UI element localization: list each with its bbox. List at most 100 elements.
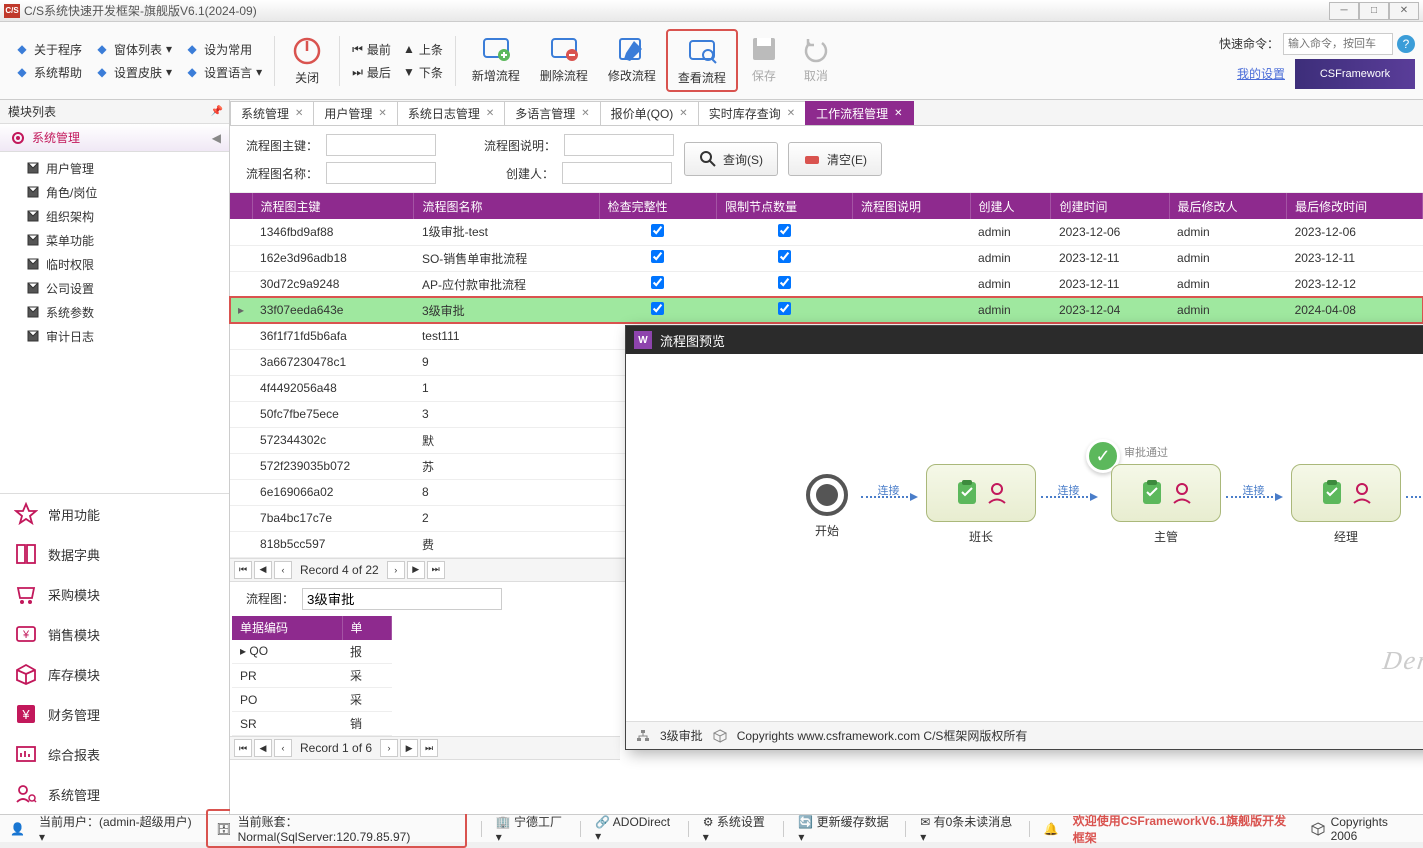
nav-money[interactable]: ¥销售模块 (0, 614, 229, 654)
account-info[interactable]: 🗄 当前账套：Normal(SqlServer:120.79.85.97) (206, 809, 466, 848)
nav-prev[interactable]: ▲上条 (397, 39, 449, 60)
grid-row[interactable]: ▸33f07eeda643e3级审批admin2023-12-04admin20… (230, 297, 1423, 323)
filter-desc-input[interactable] (564, 134, 674, 156)
tab-1[interactable]: 用户管理✕ (313, 101, 397, 125)
active-module[interactable]: 系统管理 ◀ (0, 124, 229, 152)
tree-icon (636, 729, 650, 743)
tab-0[interactable]: 系统管理✕ (230, 101, 314, 125)
nav2-first-button[interactable]: ⏮ (234, 739, 252, 757)
tab-close-icon[interactable]: ✕ (378, 108, 386, 119)
nav-next-button[interactable]: ▶ (407, 561, 425, 579)
grid-row[interactable]: 162e3d96adb18SO-销售单审批流程admin2023-12-11ad… (230, 245, 1423, 271)
toolbar-lang[interactable]: ◆设置语言 ▾ (178, 62, 268, 83)
flow-node-1[interactable]: 班长 (926, 464, 1036, 545)
tab-close-icon[interactable]: ✕ (679, 108, 687, 119)
view-flow-button[interactable]: 查看流程 (666, 29, 738, 92)
pin-icon[interactable]: 📌 (211, 106, 223, 117)
nav2-prev-button[interactable]: ◀ (254, 739, 272, 757)
nav-next[interactable]: ▼下条 (397, 62, 449, 83)
tree-item[interactable]: 角色/岗位 (0, 180, 229, 204)
toolbar-skin[interactable]: ◆设置皮肤 ▾ (88, 62, 178, 83)
nav-box[interactable]: 库存模块 (0, 654, 229, 694)
filter-key-input[interactable] (326, 134, 436, 156)
tab-close-icon[interactable]: ✕ (894, 108, 902, 119)
tab-2[interactable]: 系统日志管理✕ (397, 101, 505, 125)
tab-close-icon[interactable]: ✕ (787, 108, 795, 119)
quick-cmd-input[interactable] (1283, 33, 1393, 55)
nav-right-button[interactable]: › (387, 561, 405, 579)
nav-yen[interactable]: ¥财务管理 (0, 694, 229, 734)
nav-cart[interactable]: 采购模块 (0, 574, 229, 614)
nav-prev-button[interactable]: ◀ (254, 561, 272, 579)
watermark: Demo Version (1381, 646, 1423, 676)
grid2-row[interactable]: PO采 (232, 688, 392, 712)
tab-5[interactable]: 实时库存查询✕ (698, 101, 806, 125)
tab-4[interactable]: 报价单(QO)✕ (600, 101, 699, 125)
nav-star[interactable]: 常用功能 (0, 494, 229, 534)
tree-item[interactable]: 组织架构 (0, 204, 229, 228)
nav2-next-button[interactable]: ▶ (400, 739, 418, 757)
nav-admin[interactable]: 系统管理 (0, 774, 229, 814)
detail-flow-input[interactable] (302, 588, 502, 610)
toolbar-help[interactable]: ◆系统帮助 (8, 62, 88, 83)
nav-dict[interactable]: 数据字典 (0, 534, 229, 574)
my-settings-link[interactable]: 我的设置 (1237, 65, 1285, 82)
user-icon: 👤 (10, 822, 25, 836)
nav-last-button[interactable]: ⏭ (427, 561, 445, 579)
tab-close-icon[interactable]: ✕ (581, 108, 589, 119)
nav-first[interactable]: ⏮最前 (346, 39, 397, 60)
flow-start-node[interactable]: 开始 (806, 474, 848, 539)
filter-name-input[interactable] (326, 162, 436, 184)
tab-close-icon[interactable]: ✕ (295, 108, 303, 119)
grid-row[interactable]: 1346fbd9af881级审批-testadmin2023-12-06admi… (230, 219, 1423, 245)
tree-item[interactable]: 系统参数 (0, 300, 229, 324)
flow-canvas[interactable]: 开始 连接 班长 连接 ✓ 审批通过 (626, 354, 1423, 721)
tree-item[interactable]: 菜单功能 (0, 228, 229, 252)
nav2-left-button[interactable]: ‹ (274, 739, 292, 757)
nav-report[interactable]: 综合报表 (0, 734, 229, 774)
clear-button[interactable]: 清空(E) (788, 142, 882, 176)
grid-row[interactable]: 30d72c9a9248AP-应付款审批流程admin2023-12-11adm… (230, 271, 1423, 297)
toolbar-info[interactable]: ◆关于程序 (8, 39, 88, 60)
minimize-button[interactable]: ─ (1329, 2, 1359, 20)
tab-close-icon[interactable]: ✕ (486, 108, 494, 119)
save-button[interactable]: 保存 (738, 29, 790, 92)
filter-creator-input[interactable] (562, 162, 672, 184)
del-flow-button[interactable]: 删除流程 (530, 29, 598, 92)
search-icon (699, 150, 717, 168)
grid2-row[interactable]: PR采 (232, 664, 392, 688)
status-item[interactable]: ✉ 有0条未读消息 ▾ (920, 813, 1015, 844)
tab-3[interactable]: 多语言管理✕ (504, 101, 600, 125)
cancel-button[interactable]: 取消 (790, 29, 842, 92)
close-app-button[interactable]: 关闭 (281, 31, 333, 90)
tree-item[interactable]: 公司设置 (0, 276, 229, 300)
help-icon[interactable]: ? (1397, 35, 1415, 53)
nav-first-button[interactable]: ⏮ (234, 561, 252, 579)
close-button[interactable]: ✕ (1389, 2, 1419, 20)
status-item[interactable]: ⚙ 系统设置 ▾ (703, 813, 770, 844)
preview-titlebar[interactable]: W 流程图预览 (626, 326, 1423, 354)
grid2-row[interactable]: ▸ QO报 (232, 640, 392, 664)
toolbar-windows[interactable]: ◆窗体列表 ▾ (88, 39, 178, 60)
nav2-last-button[interactable]: ⏭ (420, 739, 438, 757)
bell-icon[interactable]: 🔔 (1044, 822, 1059, 836)
nav-left-button[interactable]: ‹ (274, 561, 292, 579)
add-flow-button[interactable]: 新增流程 (462, 29, 530, 92)
tab-6[interactable]: 工作流程管理✕ (805, 101, 913, 125)
status-item[interactable]: 🔗 ADODirect ▾ (595, 815, 674, 843)
grid2-row[interactable]: SR销 (232, 712, 392, 736)
tree-item[interactable]: 用户管理 (0, 156, 229, 180)
flow-node-3[interactable]: 经理 (1291, 464, 1401, 545)
detail-grid[interactable]: 单据编码单 ▸ QO报PR采PO采SR销 (232, 616, 392, 737)
status-item[interactable]: 🏢 宁德工厂 ▾ (496, 813, 567, 844)
edit-flow-button[interactable]: 修改流程 (598, 29, 666, 92)
status-item[interactable]: 🔄 更新缓存数据 ▾ (798, 813, 891, 844)
nav2-right-button[interactable]: › (380, 739, 398, 757)
flow-node-2[interactable]: 主管 (1111, 464, 1221, 545)
maximize-button[interactable]: □ (1359, 2, 1389, 20)
toolbar-pin[interactable]: ◆设为常用 (178, 39, 258, 60)
tree-item[interactable]: 临时权限 (0, 252, 229, 276)
search-button[interactable]: 查询(S) (684, 142, 778, 176)
nav-last[interactable]: ⏭最后 (346, 62, 397, 83)
tree-item[interactable]: 审计日志 (0, 324, 229, 348)
